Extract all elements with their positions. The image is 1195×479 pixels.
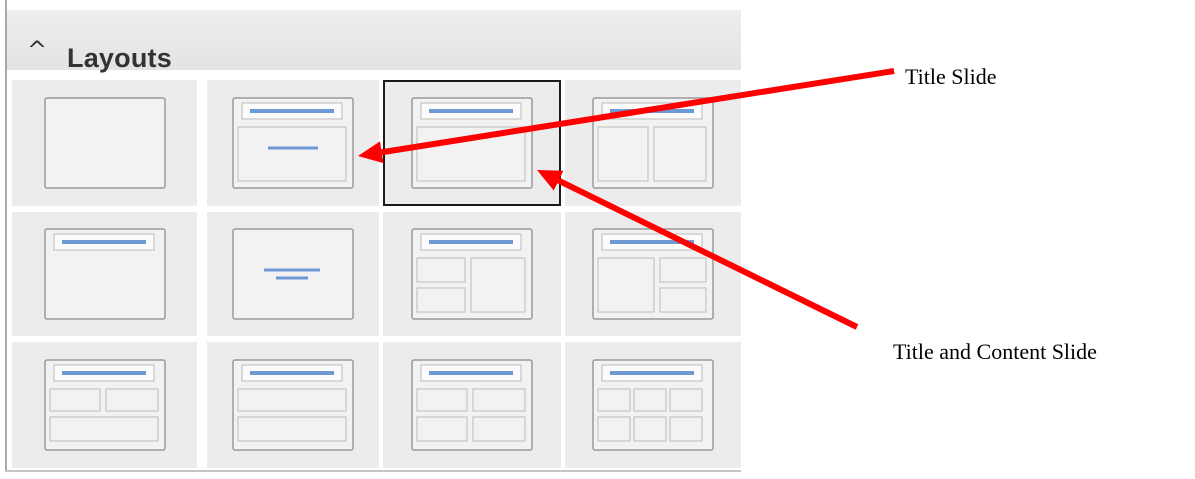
layout-centered-text[interactable]	[207, 212, 379, 336]
layout-thumbnail	[43, 359, 166, 451]
slide-frame	[232, 228, 354, 320]
layout-thumbnail	[411, 359, 533, 451]
layouts-panel: ^ Layouts	[0, 0, 741, 472]
layout-title-content[interactable]	[383, 80, 561, 206]
layout-thumbnail	[592, 359, 714, 451]
layout-title-only[interactable]	[12, 212, 197, 336]
layout-thumbnail	[411, 228, 533, 320]
layout-title-slide[interactable]	[207, 80, 379, 206]
layout-blank[interactable]	[12, 80, 197, 206]
title-content-callout: Title and Content Slide	[893, 339, 1097, 364]
layout-title-4-content[interactable]	[383, 342, 561, 468]
panel-bottom-border	[5, 470, 741, 472]
layout-thumbnail	[232, 97, 354, 189]
layout-thumbnail	[232, 228, 354, 320]
layout-thumbnail	[43, 228, 166, 320]
section-title: Layouts	[67, 43, 172, 73]
chevron-up-icon[interactable]: ^	[27, 38, 47, 62]
layout-thumbnail	[592, 228, 714, 320]
layout-title-6-content[interactable]	[565, 342, 741, 468]
panel-left-border	[5, 0, 7, 472]
layout-title-2-top-1-bottom[interactable]	[12, 342, 197, 468]
slide-frame	[43, 97, 166, 189]
layout-thumbnail	[592, 97, 714, 189]
layout-thumbnail	[43, 97, 166, 189]
layout-title-2-content-right-split[interactable]	[565, 212, 741, 336]
layouts-section-header[interactable]: ^ Layouts	[7, 10, 741, 73]
layout-title-2-stacked[interactable]	[207, 342, 379, 468]
title-slide-callout: Title Slide	[905, 64, 997, 89]
layout-thumbnail	[232, 359, 354, 451]
layout-thumbnail	[411, 97, 533, 189]
layout-title-2-content-left-split[interactable]	[383, 212, 561, 336]
layout-title-2-content[interactable]	[565, 80, 741, 206]
